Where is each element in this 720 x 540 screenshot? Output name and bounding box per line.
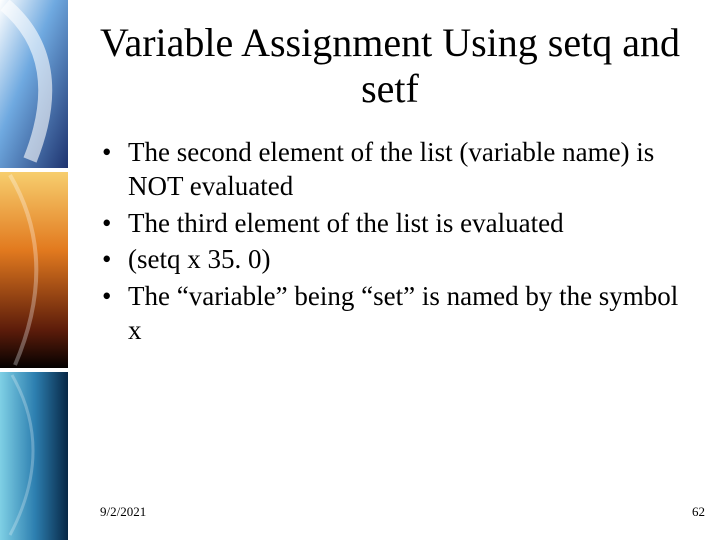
footer-page-number: 62 xyxy=(692,504,705,520)
list-item: The second element of the list (variable… xyxy=(100,136,680,204)
slide-content: Variable Assignment Using setq and setf … xyxy=(0,0,720,540)
footer-date: 9/2/2021 xyxy=(100,504,146,520)
list-item: The third element of the list is evaluat… xyxy=(100,207,680,241)
bullet-list: The second element of the list (variable… xyxy=(100,136,680,348)
list-item: The “variable” being “set” is named by t… xyxy=(100,280,680,348)
slide-title: Variable Assignment Using setq and setf xyxy=(100,20,680,112)
list-item: (setq x 35. 0) xyxy=(100,243,680,277)
